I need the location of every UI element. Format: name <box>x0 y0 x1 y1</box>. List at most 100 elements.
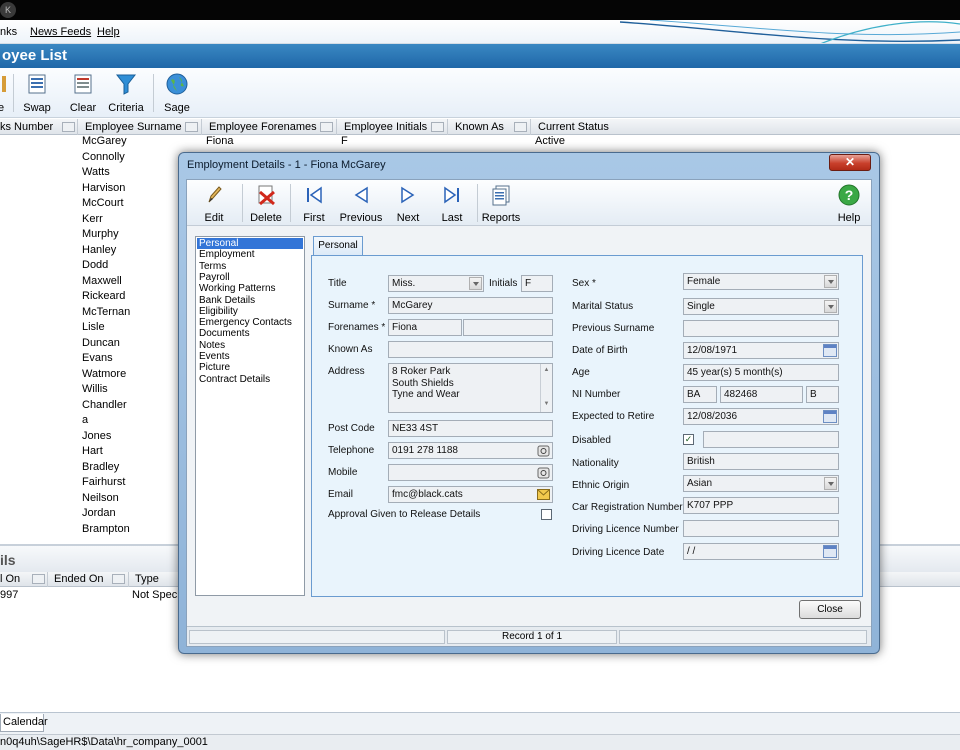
previous-surname-field[interactable] <box>683 320 839 337</box>
delete-icon <box>258 185 275 206</box>
dialog-close-button[interactable]: ✕ <box>829 154 871 171</box>
sage-button[interactable]: Sage <box>162 72 192 114</box>
ni-suffix-field[interactable]: B <box>806 386 839 403</box>
close-button[interactable]: Close <box>799 600 861 619</box>
menu-links[interactable]: nks <box>0 26 17 38</box>
dialog-body: Edit Delete First Previous Next Last Rep… <box>186 179 872 647</box>
nav-item-eligibility[interactable]: Eligibility <box>197 306 303 317</box>
date-of-birth-field[interactable]: 12/08/1971 <box>683 342 839 359</box>
title-label: Title <box>328 278 347 289</box>
edit-button[interactable]: e <box>0 72 8 114</box>
post-code-field[interactable]: NE33 4ST <box>388 420 553 437</box>
nav-item-contract-details[interactable]: Contract Details <box>197 374 303 385</box>
tab-calendar[interactable]: Calendar <box>0 714 48 732</box>
cell-surname: McGarey <box>82 135 127 147</box>
ethnic-origin-select[interactable]: Asian <box>683 475 839 492</box>
ni-prefix-field[interactable]: BA <box>683 386 717 403</box>
help-button[interactable]: ? Help <box>835 184 863 224</box>
ni-digits-field[interactable]: 482468 <box>720 386 803 403</box>
title-select[interactable]: Miss. <box>388 275 484 292</box>
column-filter-icon[interactable] <box>62 122 75 132</box>
column-header-started-on[interactable]: l On <box>0 572 48 587</box>
previous-button[interactable]: Previous <box>339 184 383 224</box>
scroll-up-icon[interactable]: ▲ <box>541 364 552 376</box>
calendar-icon[interactable] <box>823 344 837 357</box>
forename-second-field[interactable] <box>463 319 553 336</box>
driving-licence-date-field[interactable]: / / <box>683 543 839 560</box>
mobile-field[interactable] <box>388 464 553 481</box>
menu-news-feeds[interactable]: News Feeds <box>30 26 91 38</box>
column-header-surname[interactable]: Employee Surname <box>79 119 202 135</box>
last-button[interactable]: Last <box>437 184 467 224</box>
email-field[interactable]: fmc@black.cats <box>388 486 553 503</box>
cell-surname: Jordan <box>82 507 116 519</box>
nav-item-personal[interactable]: Personal <box>197 238 303 250</box>
initials-field[interactable]: F <box>521 275 553 292</box>
nav-item-terms[interactable]: Terms <box>197 261 303 272</box>
known-as-field[interactable] <box>388 341 553 358</box>
nav-item-documents[interactable]: Documents <box>197 328 303 339</box>
toolbar-separator <box>290 184 291 222</box>
nav-item-working-patterns[interactable]: Working Patterns <box>197 283 303 294</box>
column-filter-icon[interactable] <box>514 122 527 132</box>
envelope-icon[interactable] <box>537 489 550 500</box>
telephone-field[interactable]: 0191 278 1188 <box>388 442 553 459</box>
bottom-tab-strip: Calendar <box>0 712 960 734</box>
chevron-down-icon[interactable] <box>824 275 837 288</box>
nav-item-emergency-contacts[interactable]: Emergency Contacts <box>197 317 303 328</box>
chevron-down-icon[interactable] <box>824 477 837 490</box>
column-header-works-number[interactable]: ks Number <box>0 119 78 135</box>
disabled-details-field[interactable] <box>703 431 839 448</box>
driving-licence-number-field[interactable] <box>683 520 839 537</box>
dial-phone-icon[interactable] <box>536 443 551 458</box>
surname-label: Surname * <box>328 300 376 311</box>
driving-licence-number-label: Driving Licence Number <box>572 524 679 535</box>
chevron-down-icon[interactable] <box>469 277 482 290</box>
column-filter-icon[interactable] <box>112 574 125 584</box>
column-filter-icon[interactable] <box>320 122 333 132</box>
chevron-down-icon[interactable] <box>824 300 837 313</box>
scroll-down-icon[interactable]: ▼ <box>541 398 552 410</box>
toolbar-separator <box>153 74 154 112</box>
column-filter-icon[interactable] <box>431 122 444 132</box>
edit-button[interactable]: Edit <box>199 184 229 224</box>
car-registration-field[interactable]: K707 PPP <box>683 497 839 514</box>
forename-first-field[interactable]: Fiona <box>388 319 462 336</box>
surname-field[interactable]: McGarey <box>388 297 553 314</box>
nav-item-notes[interactable]: Notes <box>197 340 303 351</box>
calendar-icon[interactable] <box>823 410 837 423</box>
approval-checkbox[interactable] <box>541 509 552 520</box>
column-header-initials[interactable]: Employee Initials <box>338 119 448 135</box>
clear-button[interactable]: Clear <box>68 72 98 114</box>
menu-help[interactable]: Help <box>97 26 120 38</box>
tab-personal[interactable]: Personal <box>313 236 363 256</box>
first-button[interactable]: First <box>299 184 329 224</box>
dial-mobile-icon[interactable] <box>536 465 551 480</box>
criteria-button[interactable]: Criteria <box>108 72 144 114</box>
column-header-ended-on[interactable]: Ended On <box>49 572 129 587</box>
marital-status-select[interactable]: Single <box>683 298 839 315</box>
calendar-icon[interactable] <box>823 545 837 558</box>
column-header-current-status[interactable]: Current Status <box>532 119 960 135</box>
sex-select[interactable]: Female <box>683 273 839 290</box>
table-row[interactable]: McGarey Fiona F Active <box>0 135 960 151</box>
column-filter-icon[interactable] <box>185 122 198 132</box>
address-field[interactable]: 8 Roker Park South Shields Tyne and Wear… <box>388 363 553 413</box>
nav-item-bank-details[interactable]: Bank Details <box>197 295 303 306</box>
personal-panel: Title Miss. Initials F Surname * McGarey… <box>311 255 863 597</box>
column-header-known-as[interactable]: Known As <box>449 119 531 135</box>
address-scrollbar[interactable]: ▲ ▼ <box>540 364 552 412</box>
next-button[interactable]: Next <box>393 184 423 224</box>
nav-item-payroll[interactable]: Payroll <box>197 272 303 283</box>
reports-button[interactable]: Reports <box>481 184 521 224</box>
nav-item-events[interactable]: Events <box>197 351 303 362</box>
column-header-forenames[interactable]: Employee Forenames <box>203 119 337 135</box>
nav-item-picture[interactable]: Picture <box>197 362 303 373</box>
delete-button[interactable]: Delete <box>249 184 283 224</box>
nav-item-employment[interactable]: Employment <box>197 249 303 260</box>
expected-to-retire-field[interactable]: 12/08/2036 <box>683 408 839 425</box>
swap-button[interactable]: Swap <box>22 72 52 114</box>
column-filter-icon[interactable] <box>32 574 45 584</box>
nationality-field[interactable]: British <box>683 453 839 470</box>
disabled-checkbox[interactable]: ✓ <box>683 434 694 445</box>
